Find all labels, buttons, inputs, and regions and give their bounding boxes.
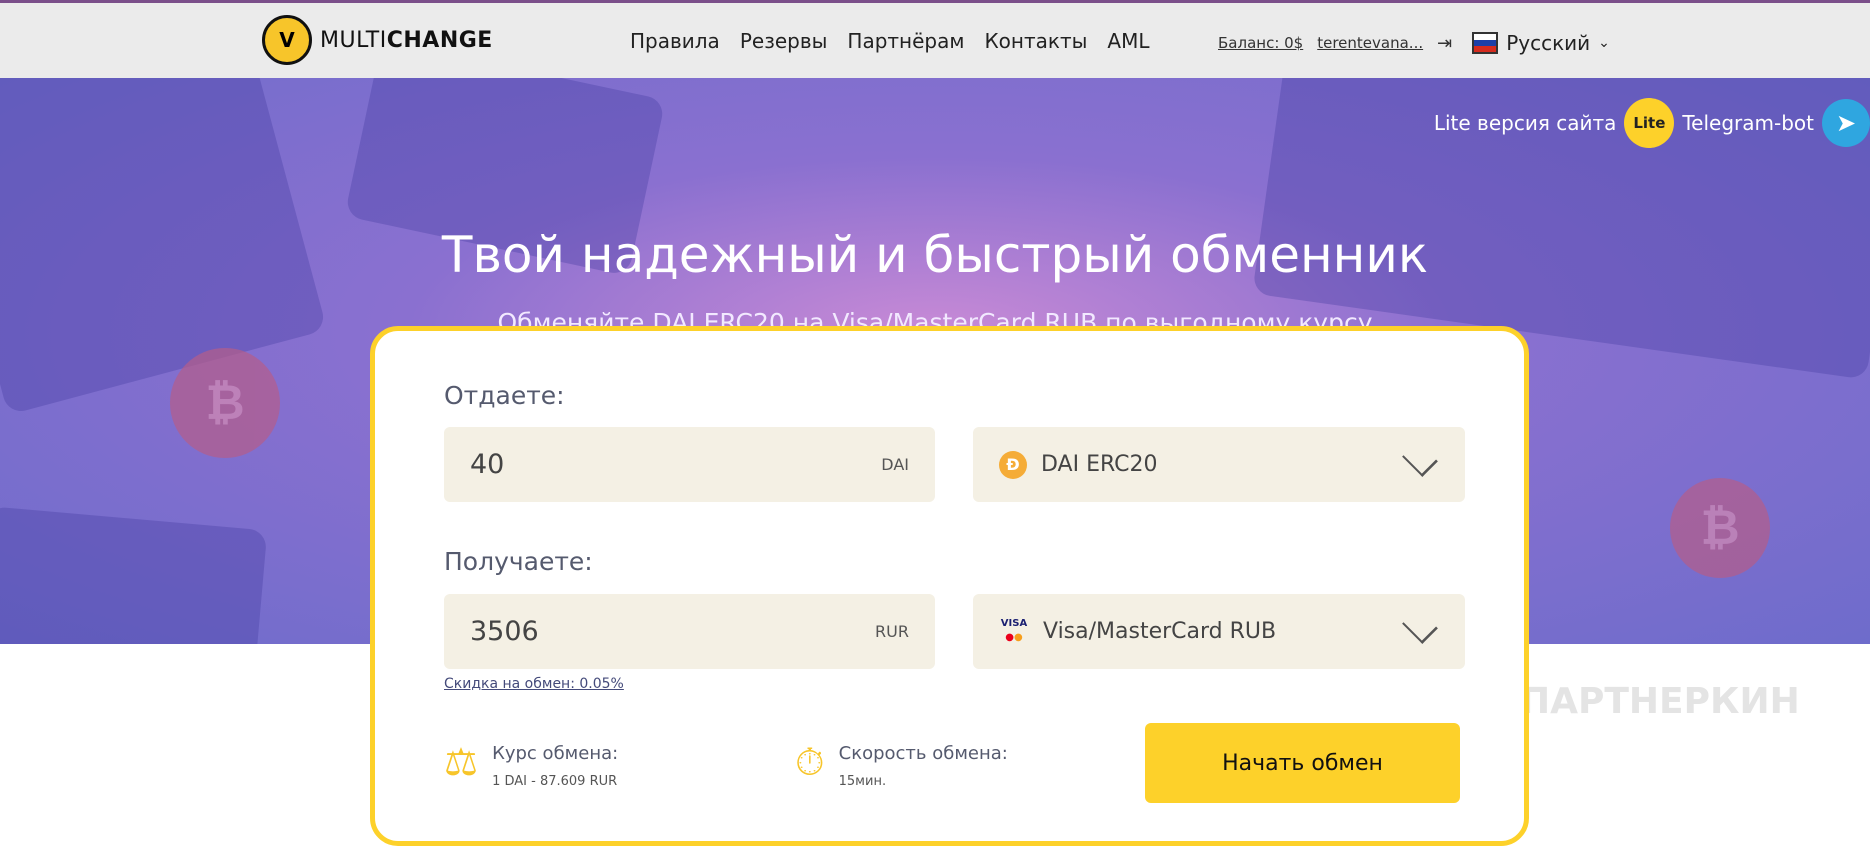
- lite-version-link[interactable]: Lite версия сайта: [1434, 111, 1617, 135]
- start-exchange-button[interactable]: Начать обмен: [1145, 723, 1460, 803]
- lite-badge[interactable]: Lite: [1624, 98, 1675, 148]
- language-label: Русский: [1506, 31, 1591, 55]
- telegram-bot-link[interactable]: Telegram-bot: [1682, 111, 1814, 135]
- visa-mastercard-icon: VISA ●●: [1000, 617, 1028, 643]
- top-links: Lite версия сайта Lite Telegram-bot ➤: [1434, 98, 1870, 148]
- nav-aml[interactable]: AML: [1107, 29, 1149, 53]
- logo[interactable]: V MULTICHANGE: [262, 15, 493, 65]
- exchange-form: Отдаете: 40 DAI Đ DAI ERC20 Получаете: 3…: [370, 326, 1529, 846]
- nav-contacts[interactable]: Контакты: [984, 29, 1087, 53]
- exchange-rate: ⚖ Курс обмена: 1 DAI - 87.609 RUR: [444, 740, 619, 789]
- hero-title: Твой надежный и быстрый обменник: [441, 226, 1429, 284]
- give-method-select[interactable]: Đ DAI ERC20: [973, 427, 1465, 502]
- get-method-select[interactable]: VISA ●● Visa/MasterCard RUB: [973, 594, 1465, 669]
- telegram-icon[interactable]: ➤: [1822, 99, 1870, 147]
- logout-icon[interactable]: ⇥: [1437, 33, 1452, 54]
- brand-light: MULTI: [320, 27, 387, 53]
- dai-icon: Đ: [999, 450, 1027, 479]
- nav-reserves[interactable]: Резервы: [740, 29, 828, 53]
- give-currency: DAI: [881, 455, 909, 474]
- brand-bold: CHANGE: [386, 27, 493, 53]
- header: V MULTICHANGE Правила Резервы Партнёрам …: [0, 3, 1870, 78]
- give-label: Отдаете:: [444, 381, 565, 410]
- language-selector[interactable]: Русский ⌄: [1472, 31, 1610, 55]
- user-link[interactable]: terentevana...: [1317, 34, 1423, 52]
- stopwatch-icon: ⏱: [795, 740, 825, 784]
- get-currency: RUR: [875, 622, 909, 641]
- chevron-down-icon: [1402, 607, 1438, 644]
- nav-partners[interactable]: Партнёрам: [847, 29, 964, 53]
- decor-card-2: [0, 506, 268, 644]
- give-amount-input[interactable]: 40 DAI: [444, 427, 935, 502]
- nav-rules[interactable]: Правила: [630, 29, 720, 53]
- account-area: Баланс: 0$ terentevana... ⇥ Русский ⌄: [1218, 31, 1610, 55]
- scales-icon: ⚖: [444, 740, 479, 784]
- chevron-down-icon: [1402, 440, 1438, 477]
- get-amount-input[interactable]: 3506 RUR: [444, 594, 935, 669]
- balance-link[interactable]: Баланс: 0$: [1218, 34, 1303, 52]
- chevron-down-icon: ⌄: [1598, 35, 1610, 51]
- bitcoin-icon: ₿: [1670, 478, 1770, 578]
- main-nav: Правила Резервы Партнёрам Контакты AML: [630, 29, 1150, 53]
- discount-link[interactable]: Скидка на обмен: 0.05%: [444, 676, 624, 692]
- logo-icon: V: [262, 15, 312, 65]
- bitcoin-icon: ₿: [170, 348, 280, 458]
- russia-flag-icon: [1472, 32, 1499, 54]
- get-label: Получаете:: [444, 547, 593, 576]
- exchange-speed: ⏱ Скорость обмена: 15мин.: [795, 740, 1008, 789]
